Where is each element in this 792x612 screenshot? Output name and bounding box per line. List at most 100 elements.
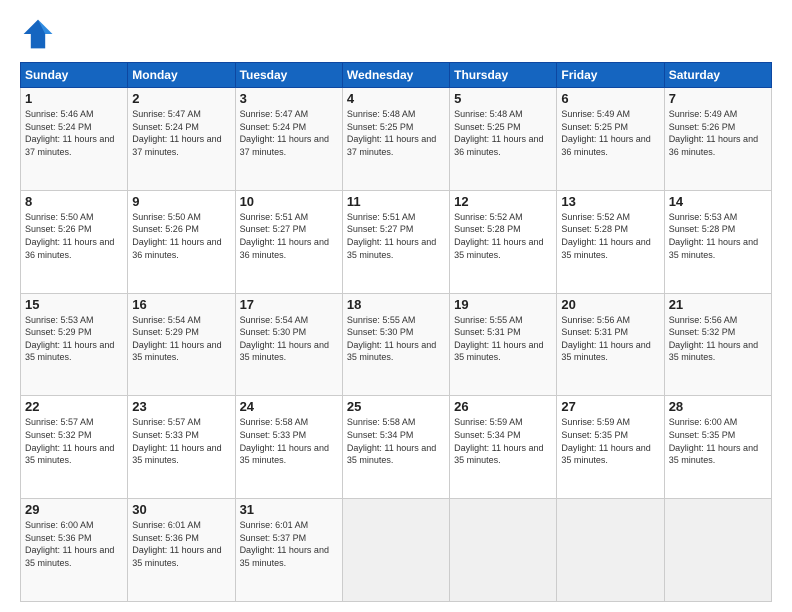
day-info: Sunrise: 5:47 AM Sunset: 5:24 PM Dayligh… [240, 108, 338, 158]
day-number: 15 [25, 297, 123, 312]
day-number: 12 [454, 194, 552, 209]
calendar-table: SundayMondayTuesdayWednesdayThursdayFrid… [20, 62, 772, 602]
weekday-header: Thursday [450, 63, 557, 88]
day-info: Sunrise: 5:47 AM Sunset: 5:24 PM Dayligh… [132, 108, 230, 158]
day-info: Sunrise: 5:48 AM Sunset: 5:25 PM Dayligh… [347, 108, 445, 158]
day-info: Sunrise: 5:57 AM Sunset: 5:33 PM Dayligh… [132, 416, 230, 466]
calendar-week-row: 15 Sunrise: 5:53 AM Sunset: 5:29 PM Dayl… [21, 293, 772, 396]
day-number: 16 [132, 297, 230, 312]
day-number: 2 [132, 91, 230, 106]
calendar-cell: 28 Sunrise: 6:00 AM Sunset: 5:35 PM Dayl… [664, 396, 771, 499]
calendar-cell [342, 499, 449, 602]
weekday-header: Sunday [21, 63, 128, 88]
day-info: Sunrise: 5:53 AM Sunset: 5:28 PM Dayligh… [669, 211, 767, 261]
day-number: 3 [240, 91, 338, 106]
day-info: Sunrise: 5:51 AM Sunset: 5:27 PM Dayligh… [347, 211, 445, 261]
logo [20, 16, 60, 52]
day-info: Sunrise: 5:58 AM Sunset: 5:33 PM Dayligh… [240, 416, 338, 466]
calendar-cell: 18 Sunrise: 5:55 AM Sunset: 5:30 PM Dayl… [342, 293, 449, 396]
day-number: 11 [347, 194, 445, 209]
day-info: Sunrise: 5:56 AM Sunset: 5:32 PM Dayligh… [669, 314, 767, 364]
day-number: 13 [561, 194, 659, 209]
day-number: 26 [454, 399, 552, 414]
calendar-cell: 15 Sunrise: 5:53 AM Sunset: 5:29 PM Dayl… [21, 293, 128, 396]
calendar-cell: 13 Sunrise: 5:52 AM Sunset: 5:28 PM Dayl… [557, 190, 664, 293]
calendar-cell: 27 Sunrise: 5:59 AM Sunset: 5:35 PM Dayl… [557, 396, 664, 499]
day-info: Sunrise: 5:54 AM Sunset: 5:29 PM Dayligh… [132, 314, 230, 364]
day-number: 14 [669, 194, 767, 209]
calendar-cell: 25 Sunrise: 5:58 AM Sunset: 5:34 PM Dayl… [342, 396, 449, 499]
day-number: 27 [561, 399, 659, 414]
day-number: 30 [132, 502, 230, 517]
day-info: Sunrise: 5:46 AM Sunset: 5:24 PM Dayligh… [25, 108, 123, 158]
day-number: 23 [132, 399, 230, 414]
calendar-cell: 23 Sunrise: 5:57 AM Sunset: 5:33 PM Dayl… [128, 396, 235, 499]
calendar-cell [450, 499, 557, 602]
calendar-cell: 10 Sunrise: 5:51 AM Sunset: 5:27 PM Dayl… [235, 190, 342, 293]
calendar-cell: 6 Sunrise: 5:49 AM Sunset: 5:25 PM Dayli… [557, 88, 664, 191]
day-number: 9 [132, 194, 230, 209]
day-number: 6 [561, 91, 659, 106]
day-number: 31 [240, 502, 338, 517]
weekday-header: Monday [128, 63, 235, 88]
day-info: Sunrise: 6:00 AM Sunset: 5:35 PM Dayligh… [669, 416, 767, 466]
calendar-cell: 19 Sunrise: 5:55 AM Sunset: 5:31 PM Dayl… [450, 293, 557, 396]
header [20, 16, 772, 52]
day-number: 19 [454, 297, 552, 312]
day-number: 28 [669, 399, 767, 414]
calendar-cell: 21 Sunrise: 5:56 AM Sunset: 5:32 PM Dayl… [664, 293, 771, 396]
day-info: Sunrise: 5:56 AM Sunset: 5:31 PM Dayligh… [561, 314, 659, 364]
logo-icon [20, 16, 56, 52]
day-number: 5 [454, 91, 552, 106]
calendar-cell: 5 Sunrise: 5:48 AM Sunset: 5:25 PM Dayli… [450, 88, 557, 191]
calendar-header-row: SundayMondayTuesdayWednesdayThursdayFrid… [21, 63, 772, 88]
day-info: Sunrise: 5:49 AM Sunset: 5:26 PM Dayligh… [669, 108, 767, 158]
day-number: 29 [25, 502, 123, 517]
calendar-cell: 4 Sunrise: 5:48 AM Sunset: 5:25 PM Dayli… [342, 88, 449, 191]
calendar-cell: 16 Sunrise: 5:54 AM Sunset: 5:29 PM Dayl… [128, 293, 235, 396]
day-info: Sunrise: 5:50 AM Sunset: 5:26 PM Dayligh… [25, 211, 123, 261]
day-number: 20 [561, 297, 659, 312]
calendar-cell: 26 Sunrise: 5:59 AM Sunset: 5:34 PM Dayl… [450, 396, 557, 499]
day-number: 8 [25, 194, 123, 209]
day-info: Sunrise: 5:52 AM Sunset: 5:28 PM Dayligh… [454, 211, 552, 261]
calendar-cell: 3 Sunrise: 5:47 AM Sunset: 5:24 PM Dayli… [235, 88, 342, 191]
calendar-cell: 31 Sunrise: 6:01 AM Sunset: 5:37 PM Dayl… [235, 499, 342, 602]
calendar-week-row: 29 Sunrise: 6:00 AM Sunset: 5:36 PM Dayl… [21, 499, 772, 602]
day-info: Sunrise: 5:57 AM Sunset: 5:32 PM Dayligh… [25, 416, 123, 466]
day-info: Sunrise: 5:52 AM Sunset: 5:28 PM Dayligh… [561, 211, 659, 261]
calendar-cell: 7 Sunrise: 5:49 AM Sunset: 5:26 PM Dayli… [664, 88, 771, 191]
calendar-cell: 17 Sunrise: 5:54 AM Sunset: 5:30 PM Dayl… [235, 293, 342, 396]
day-info: Sunrise: 5:48 AM Sunset: 5:25 PM Dayligh… [454, 108, 552, 158]
calendar-cell [557, 499, 664, 602]
day-info: Sunrise: 5:59 AM Sunset: 5:34 PM Dayligh… [454, 416, 552, 466]
calendar-cell: 20 Sunrise: 5:56 AM Sunset: 5:31 PM Dayl… [557, 293, 664, 396]
day-info: Sunrise: 5:55 AM Sunset: 5:31 PM Dayligh… [454, 314, 552, 364]
calendar-cell: 29 Sunrise: 6:00 AM Sunset: 5:36 PM Dayl… [21, 499, 128, 602]
day-number: 4 [347, 91, 445, 106]
day-info: Sunrise: 6:00 AM Sunset: 5:36 PM Dayligh… [25, 519, 123, 569]
calendar-cell: 12 Sunrise: 5:52 AM Sunset: 5:28 PM Dayl… [450, 190, 557, 293]
page: SundayMondayTuesdayWednesdayThursdayFrid… [0, 0, 792, 612]
calendar-cell: 22 Sunrise: 5:57 AM Sunset: 5:32 PM Dayl… [21, 396, 128, 499]
weekday-header: Saturday [664, 63, 771, 88]
day-info: Sunrise: 5:54 AM Sunset: 5:30 PM Dayligh… [240, 314, 338, 364]
calendar-cell: 24 Sunrise: 5:58 AM Sunset: 5:33 PM Dayl… [235, 396, 342, 499]
day-number: 21 [669, 297, 767, 312]
day-number: 22 [25, 399, 123, 414]
calendar-week-row: 1 Sunrise: 5:46 AM Sunset: 5:24 PM Dayli… [21, 88, 772, 191]
weekday-header: Wednesday [342, 63, 449, 88]
calendar-cell [664, 499, 771, 602]
day-info: Sunrise: 5:58 AM Sunset: 5:34 PM Dayligh… [347, 416, 445, 466]
calendar-cell: 1 Sunrise: 5:46 AM Sunset: 5:24 PM Dayli… [21, 88, 128, 191]
day-number: 7 [669, 91, 767, 106]
calendar-week-row: 22 Sunrise: 5:57 AM Sunset: 5:32 PM Dayl… [21, 396, 772, 499]
day-number: 25 [347, 399, 445, 414]
day-info: Sunrise: 5:49 AM Sunset: 5:25 PM Dayligh… [561, 108, 659, 158]
calendar-week-row: 8 Sunrise: 5:50 AM Sunset: 5:26 PM Dayli… [21, 190, 772, 293]
calendar-cell: 11 Sunrise: 5:51 AM Sunset: 5:27 PM Dayl… [342, 190, 449, 293]
day-info: Sunrise: 5:50 AM Sunset: 5:26 PM Dayligh… [132, 211, 230, 261]
day-number: 18 [347, 297, 445, 312]
day-info: Sunrise: 5:53 AM Sunset: 5:29 PM Dayligh… [25, 314, 123, 364]
day-info: Sunrise: 6:01 AM Sunset: 5:36 PM Dayligh… [132, 519, 230, 569]
